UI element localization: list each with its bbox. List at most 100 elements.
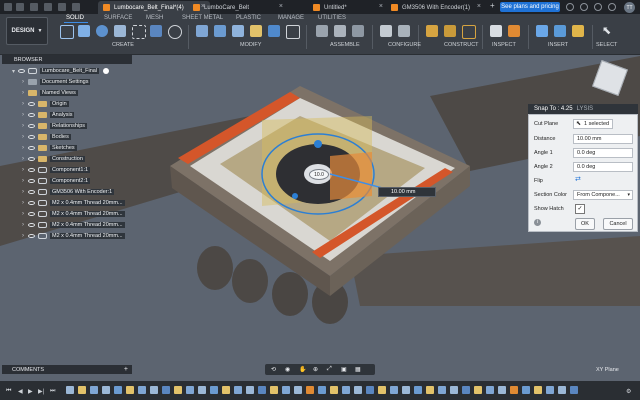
info-icon[interactable]: i	[534, 219, 541, 226]
insert-image-icon[interactable]	[536, 25, 548, 37]
fit-icon[interactable]: ⤢	[327, 366, 332, 373]
timeline-feature-icon[interactable]	[462, 386, 470, 394]
move-copy-icon[interactable]	[286, 25, 300, 39]
first-step-icon[interactable]: ⏮	[6, 388, 11, 395]
job-status-icon[interactable]	[580, 3, 588, 11]
extrude-icon[interactable]	[78, 25, 90, 37]
timeline-feature-icon[interactable]	[78, 386, 86, 394]
combine-icon[interactable]	[250, 25, 262, 37]
browser-item[interactable]: › Relationships	[22, 121, 88, 131]
tab-solid[interactable]: SOLID	[66, 15, 84, 21]
workspace-switcher[interactable]: DESIGN ▼	[6, 17, 48, 45]
timeline-feature-icon[interactable]	[426, 386, 434, 394]
configure-icon[interactable]	[380, 25, 392, 37]
tab-plastic[interactable]: PLASTIC	[236, 15, 261, 21]
timeline-feature-icon[interactable]	[222, 386, 230, 394]
group-inspect[interactable]: INSPECT	[492, 42, 516, 48]
avatar[interactable]: TT	[624, 2, 635, 13]
browser-item[interactable]: › Analysis	[22, 110, 75, 120]
browser-item[interactable]: › Component1:1	[22, 165, 91, 175]
browser-item[interactable]: › M2 x 0.4mm Thread 20mm...	[22, 198, 125, 208]
section-analysis-icon[interactable]	[508, 25, 520, 37]
insert-decal-icon[interactable]	[554, 25, 566, 37]
timeline-feature-icon[interactable]	[258, 386, 266, 394]
browser-item[interactable]: › Sketches	[22, 143, 77, 153]
timeline-feature-icon[interactable]	[450, 386, 458, 394]
visibility-icon[interactable]	[28, 157, 35, 161]
tab-sheet-metal[interactable]: SHEET METAL	[182, 15, 223, 21]
browser-item[interactable]: › M2 x 0.4mm Thread 20mm...	[22, 209, 125, 219]
pipe-icon[interactable]	[168, 25, 182, 39]
close-icon[interactable]: ×	[379, 3, 383, 10]
angle1-field[interactable]: 0.0 deg	[573, 148, 633, 158]
distance-input[interactable]: 10.00 mm	[378, 187, 436, 197]
visibility-icon[interactable]	[28, 223, 35, 227]
file-icon[interactable]	[30, 3, 38, 11]
browser-item[interactable]: › Document Settings	[22, 77, 91, 87]
browser-item[interactable]: › Named Views	[22, 88, 78, 98]
timeline-feature-icon[interactable]	[330, 386, 338, 394]
browser-item[interactable]: › Construction	[22, 154, 85, 164]
timeline-feature-icon[interactable]	[282, 386, 290, 394]
timeline-feature-icon[interactable]	[150, 386, 158, 394]
tab-surface[interactable]: SURFACE	[104, 15, 132, 21]
timeline-feature-icon[interactable]	[90, 386, 98, 394]
data-panel-icon[interactable]	[16, 3, 24, 11]
table-icon[interactable]	[398, 25, 410, 37]
tab-manage[interactable]: MANAGE	[278, 15, 304, 21]
timeline-feature-icon[interactable]	[126, 386, 134, 394]
tab-mesh[interactable]: MESH	[146, 15, 163, 21]
show-hatch-checkbox[interactable]: ✓	[575, 204, 585, 214]
new-sketch-icon[interactable]	[60, 25, 74, 39]
visibility-icon[interactable]	[28, 113, 35, 117]
visibility-icon[interactable]	[28, 124, 35, 128]
save-icon[interactable]	[44, 3, 52, 11]
timeline-feature-icon[interactable]	[546, 386, 554, 394]
browser-item[interactable]: › Component2:1	[22, 176, 91, 186]
timeline-feature-icon[interactable]	[366, 386, 374, 394]
timeline-settings-icon[interactable]: ⚙	[626, 388, 631, 395]
undo-icon[interactable]	[58, 3, 66, 11]
timeline-feature-icon[interactable]	[198, 386, 206, 394]
redo-icon[interactable]	[72, 3, 80, 11]
timeline-feature-icon[interactable]	[138, 386, 146, 394]
timeline-feature-icon[interactable]	[402, 386, 410, 394]
axis-icon[interactable]	[444, 25, 456, 37]
browser-root[interactable]: ▾ Lumbocare_Belt_Final	[12, 66, 110, 76]
visibility-icon[interactable]	[28, 146, 35, 150]
visibility-icon[interactable]	[18, 69, 25, 73]
group-assemble[interactable]: ASSEMBLE	[330, 42, 360, 48]
timeline-feature-icon[interactable]	[318, 386, 326, 394]
visibility-icon[interactable]	[28, 135, 35, 139]
browser-item[interactable]: › GM3506 With Encoder:1	[22, 187, 115, 197]
next-step-icon[interactable]: ▶|	[38, 388, 44, 395]
browser-item[interactable]: › M2 x 0.4mm Thread 20mm...	[22, 231, 125, 241]
plans-button[interactable]: See plans and pricing	[500, 2, 560, 12]
visibility-icon[interactable]	[28, 212, 35, 216]
visibility-icon[interactable]	[28, 168, 35, 172]
timeline-feature-icon[interactable]	[570, 386, 578, 394]
as-built-joint-icon[interactable]	[352, 25, 364, 37]
visibility-icon[interactable]	[28, 190, 35, 194]
timeline-feature-icon[interactable]	[378, 386, 386, 394]
flip-icon[interactable]: ⇄	[575, 175, 581, 183]
manipulator-handle[interactable]	[314, 140, 322, 148]
manipulator-handle[interactable]	[292, 193, 298, 199]
mirror-icon[interactable]	[150, 25, 162, 37]
zoom-icon[interactable]: ⊕	[313, 366, 318, 373]
timeline-feature-icon[interactable]	[114, 386, 122, 394]
timeline-feature-icon[interactable]	[270, 386, 278, 394]
grid-settings-icon[interactable]: ▦	[355, 366, 361, 373]
timeline-feature-icon[interactable]	[306, 386, 314, 394]
tab-gm3506[interactable]: GM3506 With Encoder(1) ×	[386, 1, 486, 14]
display-settings-icon[interactable]: ▣	[341, 366, 347, 373]
play-icon[interactable]: ▶	[28, 388, 33, 395]
comments-panel[interactable]: COMMENTS +	[2, 365, 132, 374]
timeline-feature-icon[interactable]	[186, 386, 194, 394]
group-modify[interactable]: MODIFY	[240, 42, 261, 48]
timeline-feature-icon[interactable]	[390, 386, 398, 394]
new-tab-icon[interactable]: +	[490, 1, 498, 10]
distance-field[interactable]: 10.00 mm	[573, 134, 633, 144]
section-color-select[interactable]: From Compone... ▾	[573, 190, 633, 200]
ok-button[interactable]: OK	[575, 218, 595, 230]
